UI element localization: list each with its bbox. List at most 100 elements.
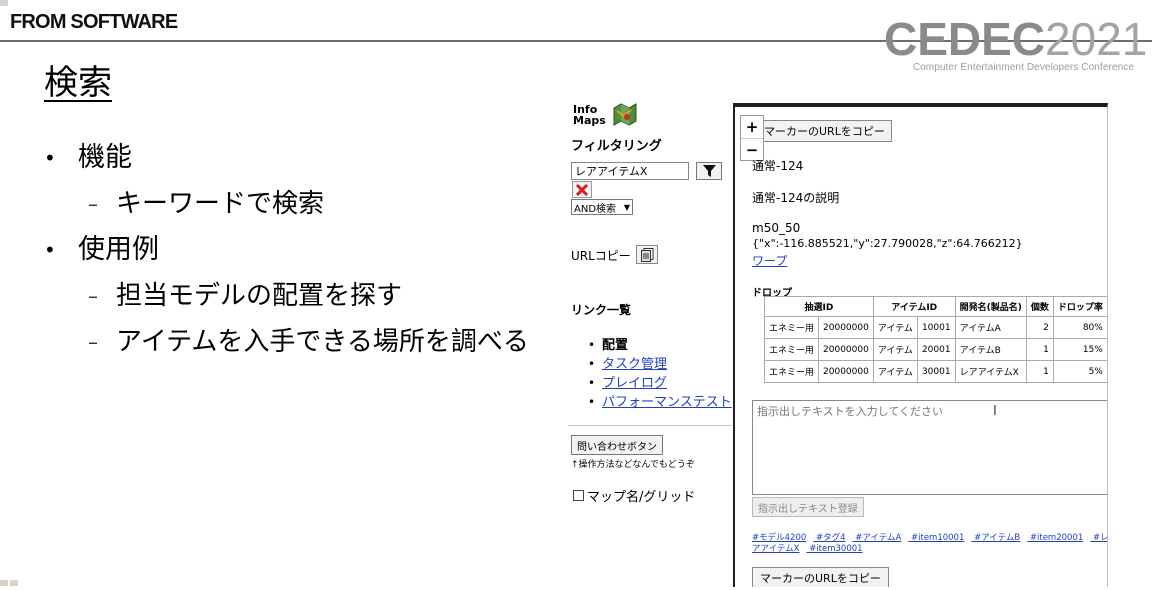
tag-link[interactable]: #item10001 bbox=[911, 533, 964, 543]
copy-marker-url-button-bottom[interactable]: マーカーのURLをコピー bbox=[752, 567, 889, 587]
search-mode-select[interactable]: AND検索 ▼ bbox=[571, 199, 633, 215]
table-cell: エネミー用 bbox=[763, 316, 820, 339]
map-grid-label: マップ名/グリッド bbox=[587, 490, 696, 505]
cedec-logo-subtitle: Computer Entertainment Developers Confer… bbox=[912, 62, 1134, 73]
col-header: 個数 bbox=[1025, 296, 1054, 317]
map-icon bbox=[613, 103, 637, 126]
link-item-playlog[interactable]: • プレイログ bbox=[588, 374, 732, 393]
link-label: 配置 bbox=[602, 338, 629, 353]
instruction-textarea[interactable]: 指示出しテキストを入力してください I bbox=[752, 400, 1107, 495]
tag-link[interactable]: #アイテムB bbox=[974, 533, 1020, 543]
bullet-dot-icon: • bbox=[588, 376, 596, 390]
table-row: エネミー用 20000000 アイテム 20001 アイテムB 1 15% bbox=[763, 338, 1107, 361]
checkbox-box[interactable] bbox=[573, 490, 584, 501]
cedec-logo-year: 2021 bbox=[1045, 13, 1148, 65]
table-row: エネミー用 20000000 アイテム 30001 レアアイテムX 1 5% bbox=[763, 360, 1107, 383]
table-cell: アイテム bbox=[872, 338, 918, 361]
tag-link[interactable]: #タグ4 bbox=[816, 533, 846, 543]
text-cursor-icon: I bbox=[993, 404, 997, 419]
table-cell: アイテムA bbox=[954, 316, 1027, 339]
tag-link[interactable]: #item30001 bbox=[809, 544, 862, 554]
table-cell: エネミー用 bbox=[763, 360, 820, 383]
cedec-logo: CEDEC2021 Computer Entertainment Develop… bbox=[884, 13, 1147, 74]
filter-button[interactable] bbox=[696, 162, 722, 180]
table-cell: アイテム bbox=[872, 360, 918, 383]
sub-bullet-text: キーワードで検索 bbox=[116, 189, 325, 219]
brand-logo: FROM SOFTWARE bbox=[10, 11, 178, 33]
table-cell: エネミー用 bbox=[763, 338, 820, 361]
link-item-task[interactable]: • タスク管理 bbox=[588, 355, 732, 374]
marker-description: 通常-124の説明 bbox=[752, 191, 840, 205]
link-item-perf-test[interactable]: • パフォーマンステスト bbox=[588, 393, 732, 412]
corner-mark bbox=[0, 580, 8, 586]
links-heading: リンク一覧 bbox=[571, 303, 632, 317]
textarea-placeholder: 指示出しテキストを入力してください bbox=[757, 405, 944, 418]
slide-bullets: • 機能 – キーワードで検索 • 使用例 – 担当モデルの配置を探す – アイ… bbox=[44, 135, 529, 365]
table-cell: 1 bbox=[1025, 360, 1054, 383]
table-cell: 20000000 bbox=[818, 338, 874, 361]
sub-bullet-item: – アイテムを入手できる場所を調べる bbox=[88, 319, 529, 365]
url-copy-label: URLコピー bbox=[571, 249, 631, 263]
tag-link[interactable]: #アイテムA bbox=[855, 533, 901, 543]
bullet-dot-icon: • bbox=[588, 338, 596, 352]
bullet-text: 使用例 bbox=[78, 234, 159, 265]
dash-icon: – bbox=[88, 284, 98, 308]
tag-link[interactable]: #モデル4200 bbox=[752, 533, 806, 543]
filter-heading: フィルタリング bbox=[571, 139, 662, 154]
table-header-row: 抽選ID アイテムID 開発名(製品名) 個数 ドロップ率 bbox=[764, 296, 1107, 317]
map-grid-checkbox[interactable]: マップ名/グリッド bbox=[573, 486, 695, 505]
table-cell: 20000000 bbox=[818, 360, 874, 383]
infomaps-sidebar: Info Maps フィルタリング AND検索 ▼ URLコピー リンク一覧 •… bbox=[568, 100, 732, 587]
bullet-dot-icon: • bbox=[588, 395, 596, 409]
tag-link[interactable]: #item20001 bbox=[1030, 533, 1083, 543]
infomaps-logo: Info Maps bbox=[573, 104, 606, 126]
copy-marker-url-button[interactable]: マーカーのURLをコピー bbox=[753, 120, 892, 142]
link-label[interactable]: パフォーマンステスト bbox=[602, 393, 732, 412]
table-cell: 1 bbox=[1025, 338, 1054, 361]
table-cell: 30001 bbox=[916, 360, 956, 383]
col-header: 開発名(製品名) bbox=[954, 296, 1027, 317]
register-instruction-button[interactable]: 指示出しテキスト登録 bbox=[752, 497, 864, 517]
table-cell: 10001 bbox=[916, 316, 956, 339]
inquiry-note: ↑操作方法などなんでもどうぞ bbox=[571, 460, 695, 470]
clear-filter-button[interactable] bbox=[572, 181, 592, 198]
logo-text-line2: Maps bbox=[573, 114, 606, 127]
bullet-dot-icon: • bbox=[588, 357, 596, 371]
funnel-icon bbox=[702, 165, 716, 177]
sub-bullet-item: – 担当モデルの配置を探す bbox=[88, 273, 529, 319]
dash-icon: – bbox=[88, 330, 98, 354]
col-header: ドロップ率 bbox=[1052, 296, 1107, 317]
zoom-in-button[interactable]: + bbox=[741, 116, 763, 138]
link-label[interactable]: プレイログ bbox=[602, 374, 667, 393]
table-cell: アイテムB bbox=[954, 338, 1027, 361]
cedec-logo-main: CEDEC bbox=[884, 13, 1046, 65]
table-cell: 20001 bbox=[916, 338, 956, 361]
marker-name: 通常-124 bbox=[752, 159, 804, 173]
search-mode-value: AND検索 bbox=[574, 203, 617, 215]
filter-input[interactable] bbox=[571, 162, 689, 180]
col-header: アイテムID bbox=[872, 296, 956, 317]
bullet-text: 機能 bbox=[78, 142, 132, 173]
bullet-dot-icon: • bbox=[44, 146, 56, 170]
table-cell: 15% bbox=[1052, 338, 1107, 361]
divider bbox=[568, 425, 732, 426]
table-cell: 2 bbox=[1025, 316, 1054, 339]
sub-bullet-text: アイテムを入手できる場所を調べる bbox=[116, 327, 529, 357]
bullet-item: • 使用例 bbox=[44, 227, 529, 273]
sub-bullet-item: – キーワードで検索 bbox=[88, 181, 529, 227]
link-label[interactable]: タスク管理 bbox=[602, 355, 667, 374]
dash-icon: – bbox=[88, 192, 98, 216]
warp-link[interactable]: ワープ bbox=[752, 252, 787, 269]
tag-list: #モデル4200 #タグ4 #アイテムA #item10001 #アイテムB #… bbox=[752, 533, 1107, 555]
chevron-down-icon: ▼ bbox=[623, 202, 630, 212]
corner-mark bbox=[0, 0, 8, 6]
corner-mark bbox=[10, 580, 18, 586]
inquiry-button[interactable]: 問い合わせボタン bbox=[571, 435, 663, 455]
table-cell: 5% bbox=[1052, 360, 1107, 383]
url-copy-button[interactable] bbox=[636, 245, 658, 264]
zoom-control: + − bbox=[740, 115, 764, 161]
marker-popup: マーカーのURLをコピー + − 通常-124 通常-124の説明 m50_50… bbox=[733, 103, 1108, 587]
col-header: 抽選ID bbox=[764, 296, 874, 317]
table-row: エネミー用 20000000 アイテム 10001 アイテムA 2 80% bbox=[763, 316, 1107, 339]
marker-model: m50_50 bbox=[752, 221, 801, 235]
